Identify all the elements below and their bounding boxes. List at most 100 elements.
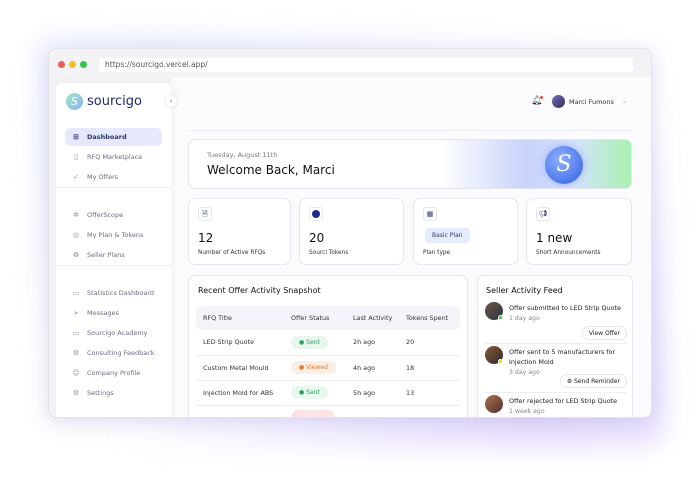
stat-value: 12 [198, 231, 214, 245]
minimize-window-button[interactable] [69, 61, 76, 68]
sidebar-item-label: Messages [87, 309, 119, 317]
sidebar-item-my-offers[interactable]: ✓ My Offers [65, 168, 162, 186]
status-badge: ● Sent [291, 335, 328, 349]
stat-card-active-rfqs: 🗎 12 Number of Active RFQs [188, 198, 291, 265]
rfq-title: Custom Metal Mould [196, 355, 284, 381]
academy-icon: ▭ [72, 329, 80, 337]
last-activity: 2h ago [346, 330, 399, 356]
maximize-window-button[interactable] [80, 61, 87, 68]
banner-gradient [441, 140, 631, 188]
welcome-banner: S Tuesday, August 11th Welcome Back, Mar… [188, 139, 632, 189]
plan-badge: Basic Plan [425, 228, 470, 243]
sidebar-item-label: Sourcigo Academy [87, 329, 148, 337]
status-badge [291, 409, 335, 417]
logo-icon: S [66, 93, 83, 110]
feed-text: Offer submitted to LED Strip Quote [509, 304, 621, 312]
sidebar-item-label: My Plan & Tokens [87, 231, 144, 239]
coin-icon: ◎ [72, 231, 80, 239]
chevron-down-icon: ⌄ [621, 98, 627, 105]
grid-icon: ⊞ [73, 133, 79, 141]
close-window-button[interactable] [58, 61, 65, 68]
logo-text: sourcigo [87, 94, 142, 109]
offer-activity-card: Recent Offer Activity Snapshot RFQ Title… [188, 275, 468, 417]
gear-icon: ⚙ [72, 349, 80, 357]
stat-card-announcements[interactable]: 📢︎ 1 new Short Announcements [526, 198, 632, 265]
sidebar-item-seller-plans[interactable]: ⧉ Seller Plans [65, 246, 162, 264]
user-name: Marci Fumons [569, 97, 614, 106]
stat-label: Plan type [423, 250, 451, 256]
feed-title: Seller Activity Feed [486, 286, 563, 295]
book-icon: ▯ [74, 153, 78, 161]
table-row[interactable]: Custom Metal Mould ● Viewed 4h ago 18 [196, 355, 460, 381]
feed-divider [485, 392, 627, 393]
sidebar-item-company-profile[interactable]: ☺ Company Profile [65, 364, 162, 382]
browser-titlebar: https://sourcigo.vercel.app/ [49, 49, 651, 77]
column-header: RFQ Title [196, 306, 284, 330]
button-label: Send Reminder [574, 378, 620, 385]
sidebar-item-consulting-feedback[interactable]: ⚙ Consulting Feedback [65, 344, 162, 362]
plans-icon: ⧉ [73, 251, 79, 259]
sidebar-item-label: OfferScope [87, 211, 124, 219]
table-row[interactable]: LED Strip Quote ● Sent 2h ago 20 [196, 330, 460, 356]
tokens-spent: 18 [399, 355, 460, 381]
bell-icon: ⚙︎ [566, 378, 575, 385]
feed-divider [485, 343, 627, 344]
stat-value: 20 [309, 231, 325, 245]
sidebar-item-label: My Offers [87, 173, 119, 181]
status-text: Sent [306, 389, 320, 396]
header-divider [188, 130, 633, 131]
column-header: Tokens Spent [399, 306, 460, 330]
table-header-row: RFQ Title Offer Status Last Activity Tok… [196, 306, 460, 330]
sidebar-item-offerscope[interactable]: ✲ OfferScope [65, 206, 162, 224]
megaphone-icon: 📢︎ [536, 207, 550, 221]
calendar-icon: ▦ [423, 207, 437, 221]
sidebar: Ssourcigo ‹ ⊞ Dashboard ▯ RFQ Marketplace ✓ M… [56, 83, 177, 417]
send-icon: ➢ [73, 309, 79, 317]
sidebar-item-label: Dashboard [87, 133, 127, 141]
address-bar[interactable]: https://sourcigo.vercel.app/ [99, 58, 633, 72]
collapse-sidebar-button[interactable]: ‹ [165, 95, 177, 107]
sidebar-item-rfq-marketplace[interactable]: ▯ RFQ Marketplace [65, 148, 162, 166]
notification-bell-icon[interactable]: 🔔︎ [531, 96, 544, 106]
document-icon: 🗎 [198, 207, 212, 221]
feed-item: Offer submitted to LED Strip Quote 1 day … [485, 302, 627, 342]
column-header: Last Activity [346, 306, 399, 330]
send-reminder-button[interactable]: ⚙︎ Send Reminder [559, 374, 627, 388]
sidebar-item-messages[interactable]: ➢ Messages [65, 304, 162, 322]
view-offer-button[interactable]: View Offer [581, 326, 627, 340]
aperture-icon: ✲ [73, 211, 79, 219]
welcome-date: Tuesday, August 11th [207, 151, 278, 159]
avatar [485, 395, 503, 413]
tokens-spent: 20 [399, 330, 460, 356]
stat-label: Short Announcements [536, 250, 601, 256]
sidebar-divider [56, 187, 171, 188]
offer-activity-table: RFQ Title Offer Status Last Activity Tok… [196, 306, 460, 417]
welcome-title: Welcome Back, Marci [207, 163, 335, 177]
table-row[interactable]: Injection Mold for ABS ● Sent 5h ago 13 [196, 380, 460, 406]
double-check-icon: ✓ [73, 173, 79, 181]
chart-icon: ▭ [72, 289, 80, 297]
sidebar-item-dashboard[interactable]: ⊞ Dashboard [65, 128, 162, 146]
settings-icon: ⚙ [72, 389, 80, 397]
token-icon [309, 207, 323, 221]
last-activity: 5h ago [346, 380, 399, 406]
status-dot [498, 315, 503, 320]
sidebar-item-label: Company Profile [87, 369, 141, 377]
sidebar-item-settings[interactable]: ⚙ Settings [65, 384, 162, 402]
status-text: Sent [306, 338, 320, 346]
feed-item: Offer rejected for LED Strip Quote 1 week… [485, 395, 627, 417]
sidebar-item-statistics-dashboard[interactable]: ▭ Statistics Dashboard [65, 284, 162, 302]
sidebar-item-sourcigo-academy[interactable]: ▭ Sourcigo Academy [65, 324, 162, 342]
logo[interactable]: Ssourcigo [66, 93, 142, 110]
sidebar-item-label: Seller Plans [87, 251, 125, 259]
sidebar-item-my-plan-tokens[interactable]: ◎ My Plan & Tokens [65, 226, 162, 244]
status-text: Viewed [306, 364, 328, 371]
tokens-spent: 13 [399, 380, 460, 406]
feed-item: Offer sent to 5 manufacturers for Inject… [485, 346, 627, 391]
sidebar-item-label: Statistics Dashboard [87, 289, 155, 297]
stat-card-tokens: 20 Sourci Tokens [299, 198, 404, 265]
table-row-partial[interactable] [196, 405, 460, 417]
feed-time: 1 week ago [509, 408, 545, 415]
user-menu[interactable]: Marci Fumons ⌄ [552, 95, 627, 108]
browser-window: https://sourcigo.vercel.app/ 🔔︎ Marci Fu… [48, 48, 652, 418]
